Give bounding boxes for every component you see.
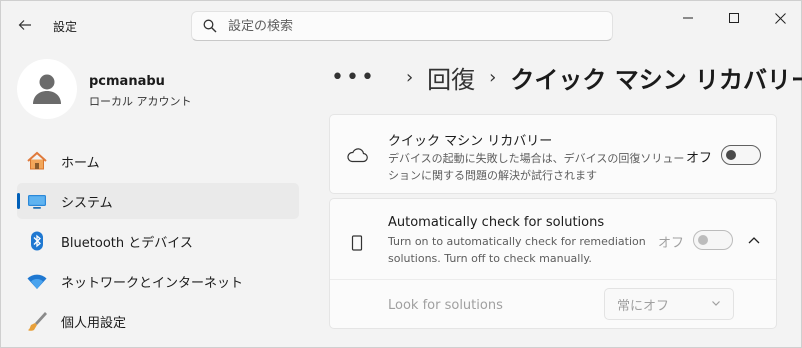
bluetooth-icon [25,229,49,253]
expand-collapse-button[interactable] [742,228,766,252]
sidebar-item-label: システム [61,195,113,211]
search-icon [192,19,228,33]
card-title: Automatically check for solutions [388,215,605,230]
sidebar-item-label: ホーム [61,155,100,171]
close-icon [774,12,786,24]
minimize-button[interactable] [665,1,711,35]
chevron-right-icon: › [489,66,497,88]
sidebar-item-label: 個人用設定 [61,315,127,331]
breadcrumb-parent[interactable]: 回復 [427,60,475,95]
card-description: Turn on to automatically check for remed… [388,233,646,267]
sidebar-nav: ホーム システム Bluetooth とデバイス ネットワークとインターネット … [17,143,299,343]
look-for-solutions-dropdown[interactable]: 常にオフ [604,288,734,320]
auto-check-solutions-card: Automatically check for solutions Turn o… [329,198,777,329]
wifi-icon [25,269,49,293]
close-button[interactable] [757,1,802,35]
settings-window: 設定 pcmanabu ローカル [0,0,802,348]
back-button[interactable] [11,13,39,37]
chevron-down-icon [712,301,720,306]
sidebar-item-personalization[interactable]: 個人用設定 [17,303,299,339]
profile-name: pcmanabu [89,74,165,89]
quick-machine-recovery-toggle[interactable] [721,145,761,165]
phone-device-icon [346,232,368,254]
sidebar-item-bluetooth[interactable]: Bluetooth とデバイス [17,223,299,259]
user-profile[interactable]: pcmanabu ローカル アカウント [17,59,297,121]
toggle-knob [726,150,736,160]
sidebar-item-label: Bluetooth とデバイス [61,235,193,251]
look-for-solutions-label: Look for solutions [388,298,503,313]
quick-machine-recovery-card: クイック マシン リカバリー デバイスの起動に失敗した場合は、デバイスの回復ソリ… [329,114,777,194]
chevron-up-icon [748,237,760,244]
sidebar-item-network[interactable]: ネットワークとインターネット [17,263,299,299]
profile-account-type: ローカル アカウント [89,95,192,108]
back-arrow-icon [18,20,31,30]
cloud-icon [346,144,368,166]
search-box[interactable] [191,11,613,41]
divider [330,279,776,280]
sidebar-item-label: ネットワークとインターネット [61,275,244,291]
breadcrumb-overflow-button[interactable]: ••• [331,65,376,90]
card-description-line: solutions. Turn off to check manually. [388,252,592,265]
card-description-line: ションに関する問題の解決が試行されます [388,169,597,182]
breadcrumb: ••• › 回復 › クイック マシン リカバリー [331,57,802,97]
card-description-line: Turn on to automatically check for remed… [388,235,646,248]
maximize-button[interactable] [711,1,757,35]
auto-check-solutions-toggle[interactable] [693,230,733,250]
sidebar-item-home[interactable]: ホーム [17,143,299,179]
app-title: 設定 [53,20,78,34]
maximize-icon [729,13,739,23]
toggle-knob [698,235,708,245]
search-input[interactable] [228,18,588,34]
card-description-line: デバイスの起動に失敗した場合は、デバイスの回復ソリュー [388,152,685,165]
avatar [17,59,77,119]
page-title: クイック マシン リカバリー [510,65,802,94]
brush-icon [25,309,49,333]
card-title: クイック マシン リカバリー [388,134,553,149]
card-description: デバイスの起動に失敗した場合は、デバイスの回復ソリュー ションに関する問題の解決… [388,150,684,184]
sidebar-item-system[interactable]: システム [17,183,299,219]
title-bar: 設定 [1,1,801,47]
user-avatar-icon [33,74,61,104]
minimize-icon [683,17,693,19]
toggle-state-label: オフ [686,151,713,166]
chevron-right-icon: › [405,66,414,88]
dropdown-selected-value: 常にオフ [617,298,670,314]
home-icon [25,149,49,173]
system-monitor-icon [25,189,49,213]
toggle-state-label: オフ [658,236,685,251]
